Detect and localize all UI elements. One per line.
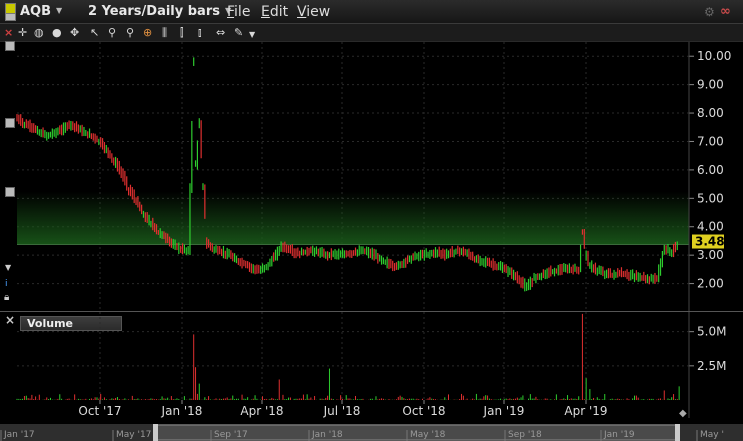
navigator-label: May '17 bbox=[116, 430, 151, 440]
target-icon[interactable]: ⊕ bbox=[143, 26, 152, 40]
price-area-fill bbox=[17, 191, 689, 246]
price-axis: 2.00 3.00 4.00 5.00 6.00 7.00 8.00 9.00 10.00 bbox=[689, 49, 731, 291]
volume-axis: 2.5M 5.0M bbox=[689, 325, 726, 373]
title-bar: AQB ▼ 2 Years/Daily bars ▼ File Edit View … bbox=[0, 0, 743, 24]
zoom-in-icon[interactable]: ⚲ bbox=[108, 26, 116, 40]
draw-line-icon[interactable]: ↖ bbox=[90, 26, 99, 40]
y-tick-label: 8.00 bbox=[697, 106, 724, 120]
crosshair-icon[interactable]: ✛ bbox=[18, 26, 27, 40]
scroll-right-icon[interactable]: ◆ bbox=[679, 408, 687, 419]
info-icon[interactable]: i bbox=[5, 279, 8, 289]
menu-edit[interactable]: Edit bbox=[261, 4, 288, 20]
close-icon[interactable]: × bbox=[4, 26, 13, 40]
time-axis: Oct '17 Jan '18 Apr '18 Jul '18 Oct '18 Jan '… bbox=[78, 400, 687, 419]
volume-grid bbox=[17, 312, 689, 400]
circle-icon[interactable]: ● bbox=[52, 26, 62, 40]
navigator-label: Jan '18 bbox=[311, 430, 343, 440]
y-tick-label: 2.5M bbox=[697, 359, 726, 373]
price-area-fill bbox=[17, 191, 689, 245]
menu-file[interactable]: File bbox=[227, 4, 250, 20]
period-dropdown[interactable]: 2 Years/Daily bars ▼ bbox=[88, 4, 231, 19]
zoom-out-icon[interactable]: ⚲ bbox=[126, 26, 134, 40]
navigator-handle-left[interactable] bbox=[153, 424, 158, 441]
scroll-down-icon[interactable]: ▼ bbox=[5, 263, 11, 272]
x-tick-label: Apr '19 bbox=[564, 404, 607, 418]
pan-icon[interactable]: ✥ bbox=[70, 26, 79, 40]
y-tick-label: 2.00 bbox=[697, 277, 724, 291]
navigator-label: May ' bbox=[700, 430, 724, 440]
symbol-dropdown[interactable]: AQB ▼ bbox=[20, 4, 62, 19]
navigator-label: Jan '19 bbox=[603, 430, 635, 440]
navigator-label: Sep '18 bbox=[508, 430, 542, 440]
eraser-icon[interactable]: ◍ bbox=[34, 26, 44, 40]
lock-icon[interactable]: 🔒︎ bbox=[4, 292, 9, 303]
y-tick-label: 6.00 bbox=[697, 163, 724, 177]
y-tick-label: 10.00 bbox=[697, 49, 731, 63]
more-icon[interactable]: ▼ bbox=[249, 28, 255, 42]
tools-icon[interactable]: ✎ bbox=[234, 26, 243, 40]
gear-icon[interactable]: ⚙ bbox=[704, 5, 715, 19]
x-tick-label: Oct '17 bbox=[78, 404, 121, 418]
price-series bbox=[16, 57, 678, 292]
x-tick-label: Jan '18 bbox=[161, 404, 203, 418]
x-tick-label: Apr '18 bbox=[240, 404, 283, 418]
volume-series bbox=[16, 313, 680, 400]
navigator-handle-right[interactable] bbox=[675, 424, 680, 441]
bars-icon[interactable]: ⫼ bbox=[162, 26, 167, 40]
y-tick-label: 4.00 bbox=[697, 220, 724, 234]
side-button-low[interactable] bbox=[5, 187, 15, 197]
y-tick-label: 5.0M bbox=[697, 325, 726, 339]
x-tick-label: Oct '18 bbox=[402, 404, 445, 418]
price-grid bbox=[17, 42, 689, 312]
restore-icon[interactable] bbox=[5, 13, 16, 21]
chevron-down-icon: ▼ bbox=[56, 6, 63, 15]
y-tick-label: 3.00 bbox=[697, 248, 724, 262]
chart-toolbar: × ✛ ◍ ● ✥ ↖ ⚲ ⚲ ⊕ ⫼ ⫿ ⫾ ⇔ ✎ ▼ bbox=[0, 24, 743, 42]
navigator-label: Jan '17 bbox=[3, 430, 35, 440]
navigator-label: May '18 bbox=[410, 430, 446, 440]
y-tick-label: 9.00 bbox=[697, 78, 724, 92]
candles-icon[interactable]: ⫿ bbox=[180, 26, 184, 40]
y-tick-label: 5.00 bbox=[697, 191, 724, 205]
y-tick-label: 7.00 bbox=[697, 134, 724, 148]
side-button-mid[interactable] bbox=[5, 118, 15, 128]
navigator-bar[interactable]: Jan '17 May '17 Sep '17 Jan '18 May '18 Sep '… bbox=[0, 424, 743, 441]
last-price-label: 3.48 bbox=[695, 235, 725, 249]
link-icon[interactable]: ∞ bbox=[720, 4, 731, 19]
last-price-tag: 3.48 bbox=[692, 234, 725, 249]
ohlc-icon[interactable]: ⫾ bbox=[198, 26, 202, 40]
fit-icon[interactable]: ⇔ bbox=[216, 26, 225, 40]
price-chart[interactable]: 2.00 3.00 4.00 5.00 6.00 7.00 8.00 9.00 10.00 3.… bbox=[0, 42, 743, 312]
menu-view[interactable]: View bbox=[297, 4, 330, 20]
x-tick-label: Jul '18 bbox=[323, 404, 361, 418]
side-button-top[interactable] bbox=[5, 41, 15, 51]
x-tick-label: Jan '19 bbox=[483, 404, 525, 418]
navigator-label: Sep '17 bbox=[214, 430, 248, 440]
